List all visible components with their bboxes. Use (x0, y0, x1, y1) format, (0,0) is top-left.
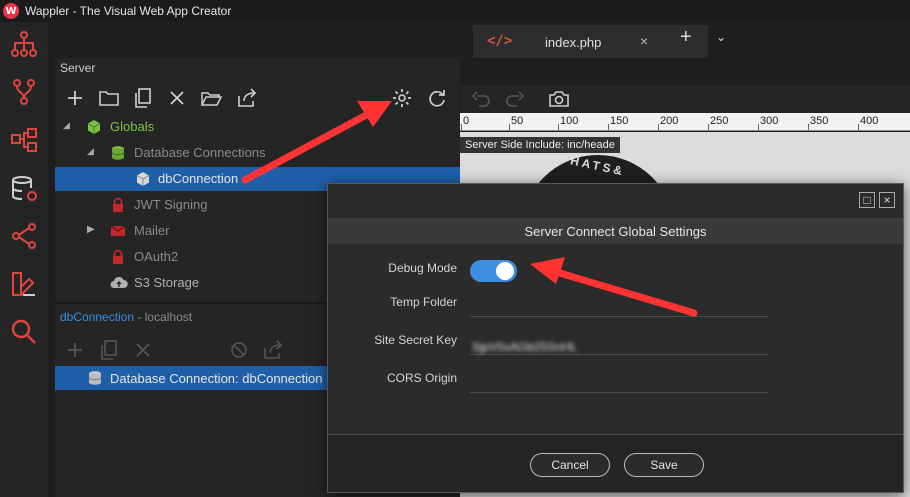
add-icon[interactable] (63, 338, 87, 362)
tree-label: Mailer (134, 223, 170, 238)
ruler-label: 150 (610, 115, 629, 127)
tree-label: JWT Signing (134, 197, 208, 212)
connection-host: - localhost (134, 310, 193, 324)
connection-name: dbConnection (60, 310, 135, 324)
api-share-icon[interactable] (6, 218, 42, 254)
debug-mode-toggle[interactable] (470, 260, 517, 282)
copy-icon[interactable] (131, 86, 155, 110)
ssi-label: Server Side Include: inc/heade (460, 137, 620, 153)
delete-icon[interactable] (165, 86, 189, 110)
site-secret-key-label: Site Secret Key (374, 333, 457, 347)
ruler-label: 100 (560, 115, 579, 127)
new-folder-icon[interactable] (97, 86, 121, 110)
add-icon[interactable] (63, 86, 87, 110)
cube-icon (86, 119, 102, 135)
code-file-icon: </> (487, 33, 513, 49)
cube-icon (135, 171, 151, 187)
site-secret-key-value: SjpV5xAGb25SnHL (472, 340, 578, 354)
settings-gear-icon[interactable] (390, 86, 414, 110)
cancel-button[interactable]: Cancel (530, 453, 610, 477)
database-connection-label: Database Connection: dbConnection (110, 371, 323, 386)
tree-label: Globals (110, 119, 155, 134)
debug-mode-row: Debug Mode (328, 254, 903, 284)
collapse-arrow-icon[interactable]: ◢ (87, 146, 94, 157)
server-toolbar (55, 84, 460, 112)
ruler-label: 250 (710, 115, 729, 127)
debug-mode-label: Debug Mode (388, 261, 457, 275)
design-icon[interactable] (6, 266, 42, 302)
expand-arrow-icon[interactable]: ▶ (87, 224, 95, 235)
export-icon[interactable] (261, 338, 285, 362)
cors-origin-label: CORS Origin (386, 371, 457, 385)
close-tab-icon[interactable]: × (640, 33, 648, 49)
lock-icon (110, 249, 126, 265)
preview-toolbar (460, 85, 910, 113)
tree-label: dbConnection (158, 171, 239, 186)
git-icon[interactable] (6, 74, 42, 110)
tab-list-chevron-icon[interactable]: ⌄ (716, 30, 726, 44)
app-logo: W (3, 3, 19, 19)
cors-origin-input[interactable] (470, 392, 768, 393)
undo-icon[interactable] (469, 87, 493, 111)
tree-item-globals[interactable]: ◢ Globals (55, 115, 460, 139)
open-folder-icon[interactable] (199, 86, 223, 110)
refresh-icon[interactable] (424, 86, 448, 110)
server-connect-settings-dialog: □ × Server Connect Global Settings Debug… (327, 183, 904, 493)
horizontal-ruler: 0 50 100 150 200 250 300 350 400 (460, 113, 910, 131)
server-panel-header: Server (60, 61, 96, 75)
database-icon (87, 370, 103, 389)
cloud-upload-icon (110, 275, 128, 291)
save-button[interactable]: Save (624, 453, 704, 477)
temp-folder-input[interactable] (470, 316, 768, 317)
window-title: Wappler - The Visual Web App Creator (25, 4, 232, 18)
ruler-label: 50 (511, 115, 524, 127)
disable-icon[interactable] (227, 338, 251, 362)
tree-label: OAuth2 (134, 249, 179, 264)
workflow-icon[interactable] (6, 122, 42, 158)
collapse-arrow-icon[interactable]: ◢ (63, 120, 70, 131)
export-icon[interactable] (235, 86, 259, 110)
redo-icon[interactable] (503, 87, 527, 111)
ruler-label: 300 (760, 115, 779, 127)
tab-index-php[interactable]: </> index.php × (473, 25, 708, 58)
ruler-label: 200 (660, 115, 679, 127)
database-icon (110, 145, 126, 161)
mail-icon (110, 223, 126, 239)
dialog-footer: Cancel Save (328, 435, 903, 492)
cors-origin-row: CORS Origin (328, 364, 903, 394)
title-bar: W Wappler - The Visual Web App Creator (0, 0, 910, 22)
site-secret-key-input[interactable] (470, 354, 768, 355)
maximize-icon[interactable]: □ (859, 192, 875, 208)
dialog-titlebar: □ × (328, 184, 903, 216)
search-icon[interactable] (6, 314, 42, 350)
tab-label: index.php (545, 35, 602, 50)
delete-icon[interactable] (131, 338, 155, 362)
temp-folder-label: Temp Folder (390, 295, 457, 309)
copy-icon[interactable] (97, 338, 121, 362)
dialog-title: Server Connect Global Settings (328, 218, 903, 244)
tree-label: S3 Storage (134, 275, 200, 290)
ruler-label: 350 (810, 115, 829, 127)
site-secret-key-row: Site Secret Key (328, 326, 903, 356)
database-connection-row[interactable]: Database Connection: dbConnection (55, 366, 328, 390)
tree-label: Database Connections (134, 145, 266, 160)
lock-icon (110, 197, 126, 213)
close-icon[interactable]: × (879, 192, 895, 208)
tab-bar: </> index.php × + ⌄ (48, 22, 910, 58)
add-tab-icon[interactable]: + (680, 26, 692, 49)
tree-item-database-connections[interactable]: ◢ Database Connections (55, 141, 460, 165)
ruler-label: 0 (463, 115, 470, 127)
database-icon[interactable] (6, 170, 42, 206)
toggle-knob (496, 262, 514, 280)
camera-icon[interactable] (547, 87, 571, 111)
ruler-label: 400 (860, 115, 879, 127)
temp-folder-row: Temp Folder (328, 288, 903, 318)
activity-bar (0, 22, 48, 497)
app-structure-icon[interactable] (6, 26, 42, 62)
